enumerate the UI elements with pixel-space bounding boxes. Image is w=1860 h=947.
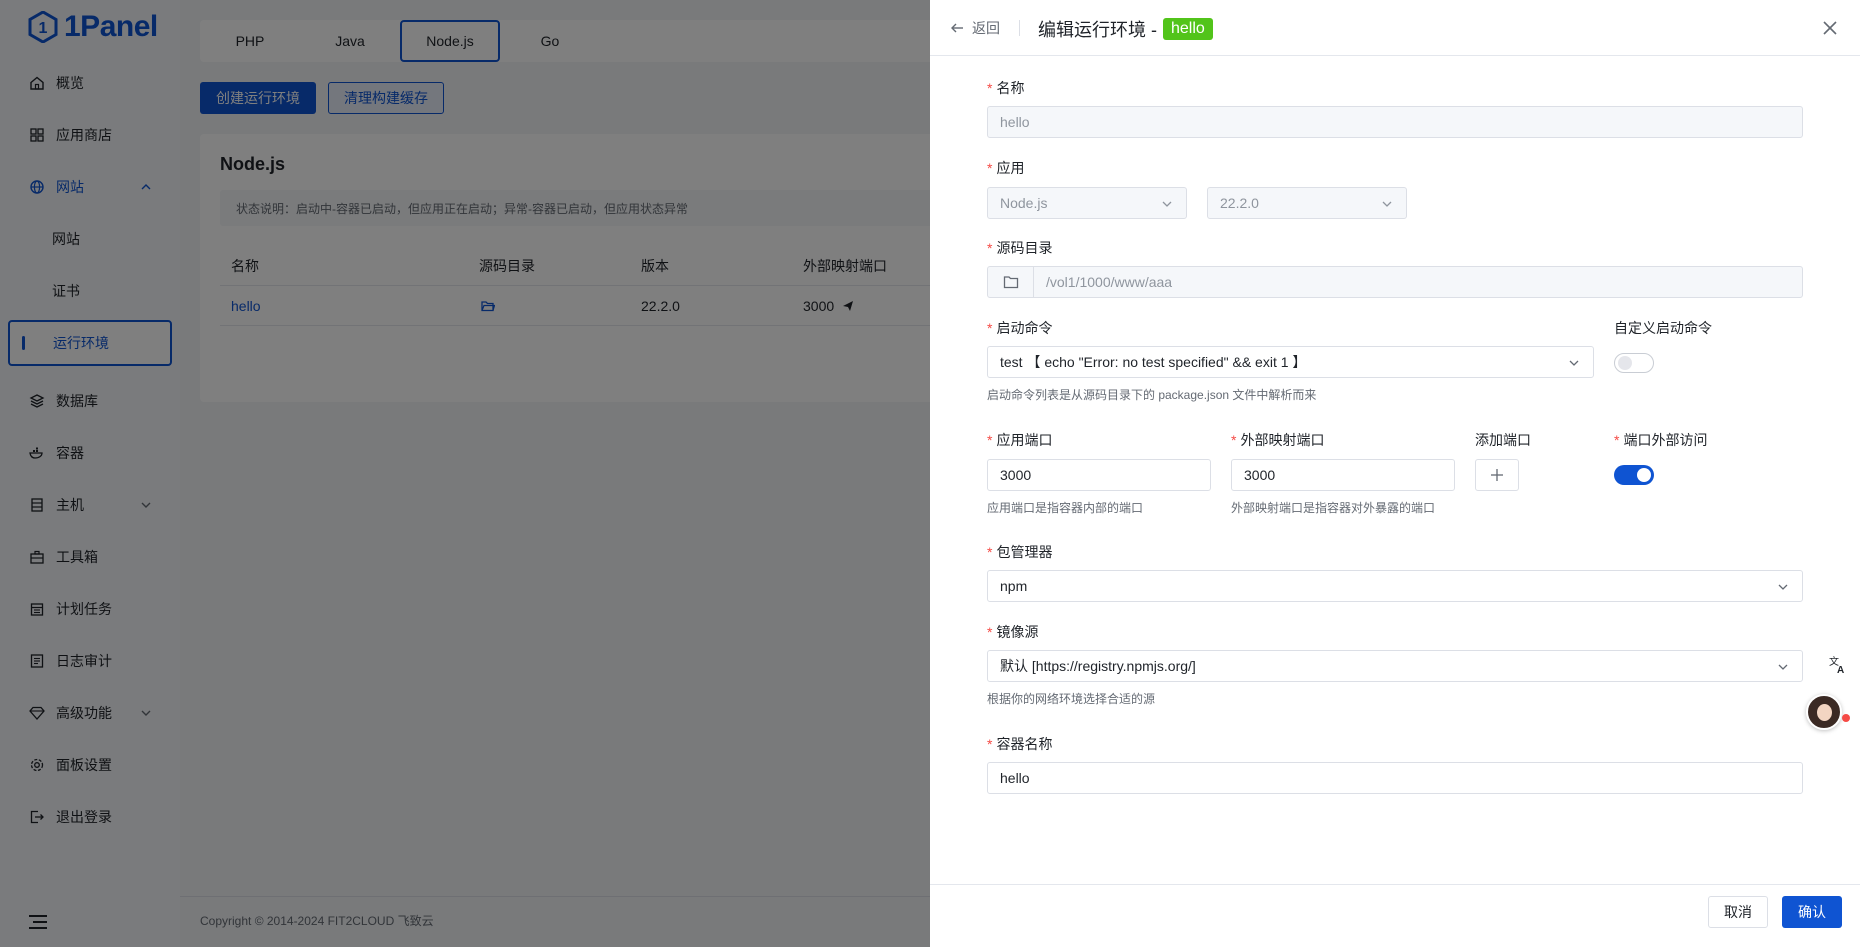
app-select[interactable]: Node.js xyxy=(987,187,1187,219)
assistant-avatar[interactable] xyxy=(1806,694,1842,730)
mirror-hint: 根据你的网络环境选择合适的源 xyxy=(987,692,1156,706)
chevron-down-icon xyxy=(1778,664,1788,670)
name-input[interactable]: hello xyxy=(987,106,1803,138)
app-port-label: * 应用端口 xyxy=(987,432,1053,448)
folder-icon[interactable] xyxy=(988,267,1034,297)
custom-cmd-label: 自定义启动命令 xyxy=(1614,320,1712,336)
app-port-input[interactable]: 3000 xyxy=(987,459,1211,491)
drawer-title-text: 编辑运行环境 - xyxy=(1038,20,1157,40)
app-label: * 应用 xyxy=(987,160,1025,176)
back-button[interactable]: 返回 xyxy=(950,18,1000,38)
version-select[interactable]: 22.2.0 xyxy=(1207,187,1407,219)
ext-port-label: * 外部映射端口 xyxy=(1231,432,1325,448)
mirror-label: * 镜像源 xyxy=(987,624,1039,640)
chevron-down-icon xyxy=(1162,201,1172,207)
chevron-down-icon xyxy=(1569,360,1579,366)
translate-icon[interactable]: 文A xyxy=(1824,650,1852,678)
chevron-down-icon xyxy=(1382,201,1392,207)
close-icon[interactable] xyxy=(1820,18,1840,38)
source-dir-label: * 源码目录 xyxy=(987,240,1053,256)
runtime-name-tag: hello xyxy=(1163,18,1213,40)
svg-text:A: A xyxy=(1837,665,1844,674)
port-external-switch[interactable] xyxy=(1614,465,1654,485)
add-port-button[interactable] xyxy=(1475,459,1519,491)
ext-port-hint: 外部映射端口是指容器对外暴露的端口 xyxy=(1231,501,1436,515)
plus-icon xyxy=(1491,469,1503,481)
arrow-left-icon xyxy=(951,23,963,33)
switch-knob xyxy=(1637,468,1651,482)
drawer-header: 返回 编辑运行环境 - hello xyxy=(930,0,1860,56)
switch-knob xyxy=(1618,356,1632,370)
edit-runtime-drawer: 返回 编辑运行环境 - hello * 名称 hello * 应用 Node.js … xyxy=(930,0,1860,947)
cancel-button[interactable]: 取消 xyxy=(1708,896,1768,928)
drawer-footer-divider xyxy=(930,884,1860,885)
drawer-title: 编辑运行环境 - hello xyxy=(1038,16,1213,42)
start-cmd-select[interactable]: test 【 echo "Error: no test specified" &… xyxy=(987,346,1594,378)
custom-cmd-switch[interactable] xyxy=(1614,353,1654,373)
pkg-manager-select[interactable]: npm xyxy=(987,570,1803,602)
source-dir-input[interactable]: /vol1/1000/www/aaa xyxy=(987,266,1803,298)
app-port-hint: 应用端口是指容器内部的端口 xyxy=(987,501,1144,515)
start-cmd-label: * 启动命令 xyxy=(987,320,1053,336)
name-label: * 名称 xyxy=(987,80,1025,96)
container-name-input[interactable]: hello xyxy=(987,762,1803,794)
chevron-down-icon xyxy=(1778,584,1788,590)
back-label: 返回 xyxy=(972,20,1000,36)
add-port-label: 添加端口 xyxy=(1475,432,1531,448)
ext-port-input[interactable]: 3000 xyxy=(1231,459,1455,491)
mirror-select[interactable]: 默认 [https://registry.npmjs.org/] xyxy=(987,650,1803,682)
avatar-face xyxy=(1817,704,1832,721)
start-cmd-hint: 启动命令列表是从源码目录下的 package.json 文件中解析而来 xyxy=(987,388,1317,402)
notification-dot xyxy=(1842,714,1850,722)
port-external-label: * 端口外部访问 xyxy=(1614,432,1708,448)
confirm-button[interactable]: 确认 xyxy=(1782,896,1842,928)
header-divider xyxy=(1019,20,1020,36)
pkg-manager-label: * 包管理器 xyxy=(987,544,1053,560)
container-name-label: * 容器名称 xyxy=(987,736,1053,752)
